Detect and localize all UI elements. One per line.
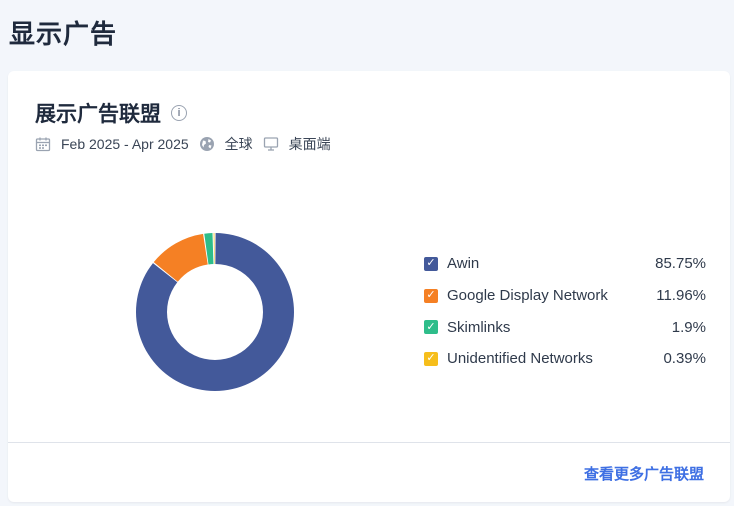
date-range: Feb 2025 - Apr 2025 <box>61 136 189 152</box>
legend-label: Skimlinks <box>447 318 511 336</box>
legend-value: 11.96% <box>656 287 706 305</box>
legend-value: 85.75% <box>655 255 706 273</box>
checkbox-icon[interactable]: ✓ <box>424 320 438 335</box>
donut-chart <box>136 233 294 391</box>
filter-meta: Feb 2025 - Apr 2025 全球 桌面端 <box>35 134 341 154</box>
card-title: 展示广告联盟 <box>35 103 161 126</box>
view-more-networks-link[interactable]: 查看更多广告联盟 <box>584 463 704 484</box>
info-icon[interactable]: i <box>171 105 187 121</box>
card-header: 展示广告联盟 i <box>35 98 187 128</box>
globe-icon <box>199 136 215 152</box>
device: 桌面端 <box>288 136 331 152</box>
checkbox-icon[interactable]: ✓ <box>424 288 438 303</box>
region: 全球 <box>224 136 253 152</box>
legend-label: Google Display Network <box>447 287 608 305</box>
legend-item[interactable]: ✓ Google Display Network 11.96% <box>424 280 706 312</box>
donut-slice-unidentified-networks[interactable] <box>213 233 215 265</box>
card-divider <box>8 442 730 443</box>
legend-value: 0.39% <box>663 350 706 368</box>
ad-networks-card: 展示广告联盟 i Feb 2025 - Apr 2025 全球 桌面端 ✓ Aw… <box>8 71 730 502</box>
chart-legend: ✓ Awin 85.75% ✓ Google Display Network 11.96%… <box>424 248 706 375</box>
page-title: 显示广告 <box>9 19 118 49</box>
calendar-icon <box>35 136 51 152</box>
checkbox-icon[interactable]: ✓ <box>424 351 438 366</box>
legend-label: Unidentified Networks <box>447 350 593 368</box>
legend-value: 1.9% <box>671 318 706 336</box>
checkbox-icon[interactable]: ✓ <box>424 256 438 271</box>
legend-item[interactable]: ✓ Awin 85.75% <box>424 248 706 280</box>
legend-item[interactable]: ✓ Unidentified Networks 0.39% <box>424 343 706 375</box>
legend-item[interactable]: ✓ Skimlinks 1.9% <box>424 311 706 343</box>
desktop-icon <box>263 136 279 152</box>
legend-label: Awin <box>447 255 480 273</box>
